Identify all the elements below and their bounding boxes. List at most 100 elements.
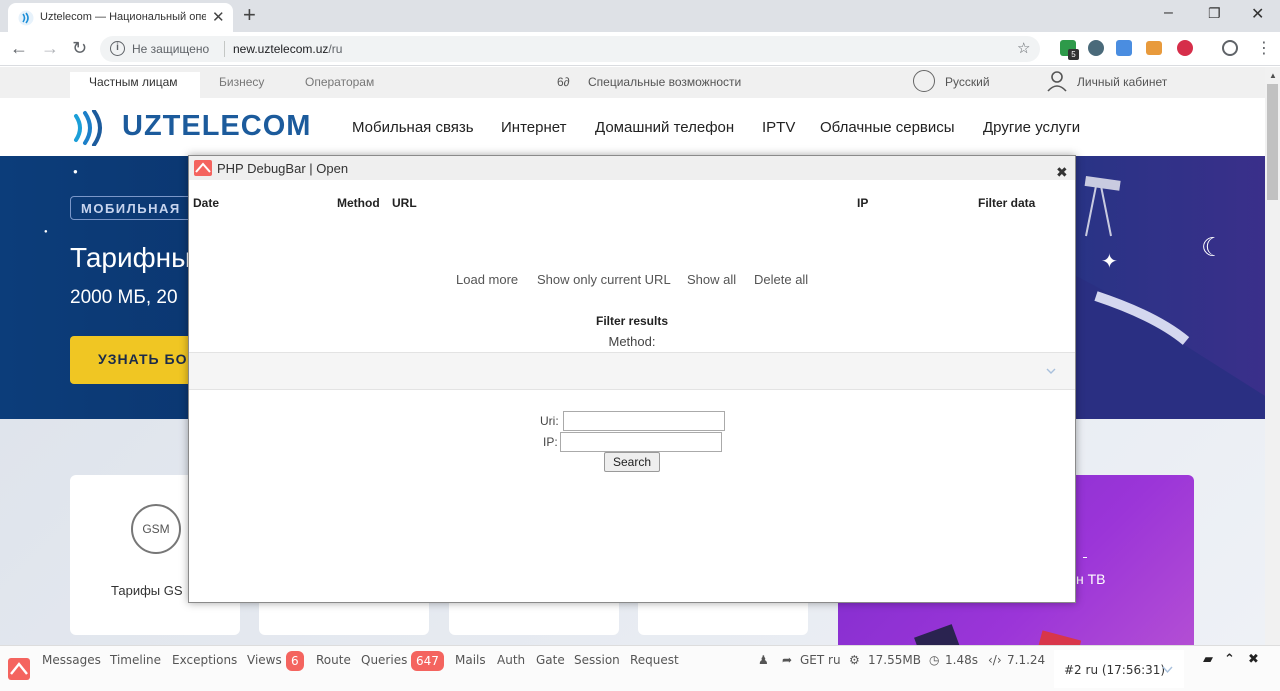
maximize-chevron-up-icon[interactable]: ⌃ <box>1224 652 1235 667</box>
cogs-icon: ⚙ <box>849 653 860 667</box>
mainnav-iptv[interactable]: IPTV <box>762 119 795 136</box>
mainnav-mobile[interactable]: Мобильная связь <box>352 119 474 136</box>
php-version-indicator[interactable]: 7.1.24 <box>1007 653 1045 667</box>
insecure-label: Не защищено <box>132 42 210 56</box>
memory-indicator[interactable]: 17.55MB <box>868 653 921 667</box>
request-method-indicator[interactable]: GET ru <box>800 653 841 667</box>
window-restore-button[interactable]: ❐ <box>1208 5 1221 22</box>
topnav-private[interactable]: Частным лицам <box>70 72 200 98</box>
debugbar-tab-mails[interactable]: Mails <box>455 653 486 667</box>
forward-arrow-icon[interactable]: → <box>41 38 59 59</box>
topnav-operators[interactable]: Операторам <box>305 72 374 98</box>
load-more-link[interactable]: Load more <box>456 272 518 287</box>
current-request-label: #2 ru (17:56:31) <box>1064 663 1166 677</box>
user-icon[interactable] <box>1045 69 1069 93</box>
browser-tab[interactable]: Uztelecom — Национальный оператор ✕ <box>8 3 233 32</box>
clock-icon: ◷ <box>929 653 940 667</box>
window-minimize-button[interactable]: – <box>1164 4 1173 22</box>
adblock-extension-icon[interactable] <box>1177 40 1193 56</box>
topnav-business[interactable]: Бизнесу <box>219 72 264 98</box>
request-select[interactable]: #2 ru (17:56:31) <box>1054 650 1184 688</box>
url-text[interactable]: new.uztelecom.uz/ru <box>233 42 342 56</box>
show-all-link[interactable]: Show all <box>687 272 736 287</box>
php-debugbar: Messages Timeline Exceptions Views 6 Rou… <box>0 645 1280 691</box>
column-method: Method <box>337 196 380 210</box>
debugbar-tab-request[interactable]: Request <box>630 653 679 667</box>
url-separator <box>224 41 225 57</box>
chevron-down-icon <box>1162 666 1173 674</box>
uri-input[interactable] <box>563 411 725 431</box>
debugbar-tab-auth[interactable]: Auth <box>497 653 525 667</box>
mainnav-other[interactable]: Другие услуги <box>983 119 1080 136</box>
browser-tabbar: Uztelecom — Национальный оператор ✕ + – … <box>0 0 1280 32</box>
time-indicator[interactable]: 1.48s <box>945 653 978 667</box>
telescope-illustration: ☾ ✦ <box>1076 176 1265 419</box>
topnav-accessibility[interactable]: Специальные возможности <box>588 72 741 98</box>
debugbar-tab-exceptions[interactable]: Exceptions <box>172 653 237 667</box>
mainnav-home-phone[interactable]: Домашний телефон <box>595 119 734 136</box>
star-decoration: ● <box>73 167 78 176</box>
debugbar-tab-route[interactable]: Route <box>316 653 351 667</box>
hero-subtitle: 2000 МБ, 20 <box>70 287 178 308</box>
main-navigation: UZTELECOM Мобильная связь Интернет Домаш… <box>0 98 1265 156</box>
promo-decoration <box>1034 630 1082 645</box>
topnav-cabinet[interactable]: Личный кабинет <box>1077 72 1167 98</box>
uri-label: Uri: <box>540 414 559 428</box>
topnav-language[interactable]: Русский <box>945 72 990 98</box>
filter-results-title: Filter results <box>595 314 669 328</box>
eye-extension-icon[interactable] <box>1088 40 1104 56</box>
debugbar-open-dialog: PHP DebugBar | Open ✖ Date Method URL IP… <box>188 155 1076 603</box>
page-scrollbar[interactable]: ▲ <box>1265 67 1280 645</box>
delete-all-link[interactable]: Delete all <box>754 272 808 287</box>
open-folder-icon[interactable]: ▰ <box>1203 652 1213 667</box>
browser-menu-icon[interactable]: ⋮ <box>1256 38 1272 58</box>
mainnav-cloud[interactable]: Облачные сервисы <box>820 119 955 136</box>
svg-text:✦: ✦ <box>1101 249 1118 273</box>
accessibility-glasses-icon[interactable]: 6∂ <box>557 72 570 98</box>
url-host: new.uztelecom.uz <box>233 42 329 56</box>
user-icon[interactable]: ♟ <box>758 653 769 667</box>
extension-badge: 5 <box>1068 49 1079 60</box>
back-arrow-icon[interactable]: ← <box>10 38 28 59</box>
scrollbar-thumb[interactable] <box>1267 84 1278 200</box>
reload-icon[interactable]: ↻ <box>72 38 87 59</box>
queries-count-badge: 647 <box>411 651 444 671</box>
mainnav-internet[interactable]: Интернет <box>501 119 566 136</box>
search-button[interactable]: Search <box>604 452 660 472</box>
debugbar-tab-views[interactable]: Views <box>247 653 282 667</box>
tab-close-icon[interactable]: ✕ <box>212 8 225 26</box>
new-tab-button[interactable]: + <box>243 2 256 28</box>
profile-icon[interactable] <box>1222 40 1238 56</box>
logo-text: UZTELECOM <box>122 110 312 142</box>
promo-dash <box>1083 557 1087 558</box>
address-bar[interactable]: i Не защищено new.uztelecom.uz/ru ☆ <box>100 36 1040 62</box>
debugbar-logo-icon[interactable] <box>8 658 30 680</box>
globe-icon[interactable] <box>913 70 935 92</box>
promo-decoration <box>914 624 962 645</box>
debugbar-tab-queries[interactable]: Queries <box>361 653 407 667</box>
chat-extension-icon[interactable] <box>1146 41 1162 55</box>
info-icon[interactable]: i <box>110 41 125 56</box>
column-url: URL <box>392 196 417 210</box>
share-arrow-icon: ➦ <box>782 653 793 667</box>
debugbar-tab-session[interactable]: Session <box>574 653 620 667</box>
method-select[interactable] <box>189 352 1075 390</box>
chevron-down-icon <box>1046 368 1056 374</box>
debugbar-logo-icon <box>194 160 212 176</box>
ip-label: IP: <box>543 435 558 449</box>
ip-input[interactable] <box>560 432 722 452</box>
show-current-url-link[interactable]: Show only current URL <box>537 272 671 287</box>
debugbar-tab-timeline[interactable]: Timeline <box>110 653 161 667</box>
browser-toolbar: ← → ↻ i Не защищено new.uztelecom.uz/ru … <box>0 32 1280 66</box>
dialog-close-icon[interactable]: ✖ <box>1056 164 1068 181</box>
translate-extension-icon[interactable] <box>1116 40 1132 56</box>
scroll-up-arrow-icon[interactable]: ▲ <box>1269 71 1277 80</box>
debugbar-close-icon[interactable]: ✖ <box>1248 652 1259 667</box>
debugbar-tab-gate[interactable]: Gate <box>536 653 565 667</box>
bookmark-star-icon[interactable]: ☆ <box>1017 39 1030 57</box>
views-count-badge: 6 <box>286 651 304 671</box>
debugbar-tab-messages[interactable]: Messages <box>42 653 101 667</box>
promo-card-title: н ТВ <box>1076 571 1106 587</box>
svg-text:☾: ☾ <box>1201 233 1224 263</box>
window-close-button[interactable]: ✕ <box>1251 4 1264 24</box>
